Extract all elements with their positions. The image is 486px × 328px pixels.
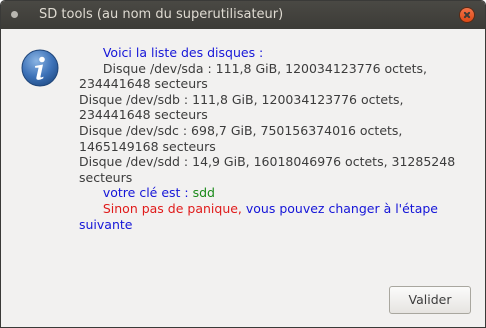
key-value: sdd [192,185,215,201]
info-icon [21,49,59,87]
key-label: votre clé est : [102,185,193,201]
intro-text: Voici la liste des disques : [102,45,264,60]
validate-button[interactable]: Valider [389,286,471,314]
warning-line: Sinon pas de panique, vous pouvez change… [79,201,479,217]
disk-line: Disque /dev/sdd : 14,9 GiB, 16018046976 … [79,154,456,170]
dialog-message: Voici la liste des disques : Disque /dev… [79,45,479,232]
dialog-window: SD tools (au nom du superutilisateur) Vo… [0,0,486,328]
key-line: votre clé est : sdd [79,185,479,201]
disk-line: Disque /dev/sdc : 698,7 GiB, 75015637401… [79,122,403,138]
message-intro-line: Voici la liste des disques : [79,45,479,61]
window-title: SD tools (au nom du superutilisateur) [39,7,284,22]
disk-line: 234441648 secteurs [79,76,208,92]
disk-line: Disque /dev/sdb : 111,8 GiB, 12003412377… [79,91,404,107]
window-menu-dot-icon[interactable] [11,11,18,18]
title-bar[interactable]: SD tools (au nom du superutilisateur) [1,1,485,29]
warning-blue-text: vous pouvez changer à l'étape [241,200,438,216]
close-button[interactable] [460,8,474,22]
disk-line: 234441648 secteurs [79,107,208,123]
warning-continuation: suivante [79,216,133,232]
disk-line: secteurs [79,169,133,185]
disk-line: Disque /dev/sda : 111,8 GiB, 12003412377… [79,61,479,77]
disk-line: 1465149168 secteurs [79,138,216,154]
disk-sda-text: Disque /dev/sda : 111,8 GiB, 12003412377… [102,60,428,76]
warning-red-text: Sinon pas de panique, [102,200,242,216]
